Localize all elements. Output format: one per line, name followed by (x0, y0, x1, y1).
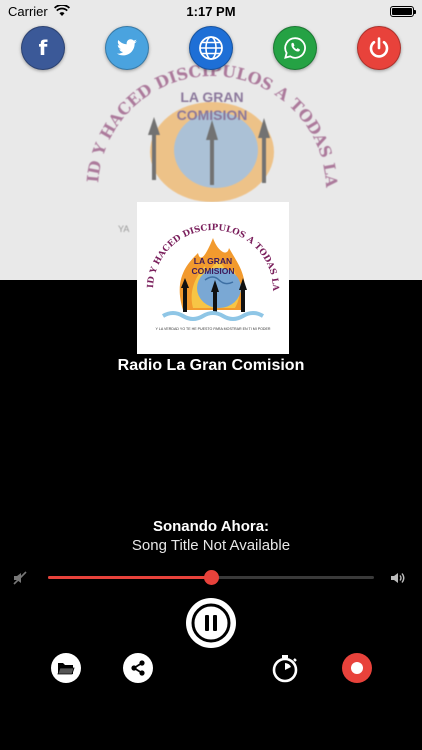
social-button-row: f (0, 26, 422, 72)
twitter-button[interactable] (105, 26, 149, 70)
whatsapp-button[interactable] (273, 26, 317, 70)
folder-button[interactable] (51, 653, 81, 683)
facebook-button[interactable]: f (21, 26, 65, 70)
svg-text:LA GRAN: LA GRAN (180, 89, 243, 105)
svg-text:Y LA VERDAD YO TE HE PUESTO PA: Y LA VERDAD YO TE HE PUESTO PARA MOSTRAR… (155, 327, 270, 331)
volume-slider-thumb[interactable] (204, 570, 219, 585)
volume-slider[interactable] (48, 570, 374, 585)
svg-text:YA: YA (118, 224, 129, 234)
share-icon (131, 660, 145, 676)
whatsapp-icon (284, 37, 306, 59)
svg-text:LA GRAN: LA GRAN (194, 256, 232, 266)
station-logo-image: ID Y HACED DISCIPULOS A TODAS LAS NACION… (143, 208, 283, 348)
station-artwork: ID Y HACED DISCIPULOS A TODAS LAS NACION… (137, 202, 289, 354)
share-button[interactable] (123, 653, 153, 683)
wifi-icon (53, 5, 70, 16)
volume-up-icon[interactable] (390, 570, 406, 586)
battery-icon (390, 5, 416, 17)
svg-text:COMISION: COMISION (192, 266, 235, 276)
twitter-icon (117, 39, 137, 56)
record-button[interactable] (342, 653, 372, 683)
song-title: Song Title Not Available (131, 537, 291, 554)
record-icon (351, 662, 363, 674)
facebook-icon: f (38, 36, 48, 60)
power-icon (369, 37, 389, 58)
globe-icon (199, 36, 223, 60)
carrier-label: Carrier (8, 3, 48, 19)
power-button[interactable] (357, 26, 401, 70)
pause-icon (191, 603, 231, 643)
status-bar: Carrier 1:17 PM (0, 0, 422, 22)
timer-icon (272, 655, 298, 683)
sleep-timer-button[interactable] (270, 653, 300, 683)
volume-control (0, 566, 422, 588)
station-name: Radio La Gran Comision (117, 357, 305, 374)
volume-slider-fill (48, 576, 211, 579)
now-playing-label: Sonando Ahora: (152, 518, 270, 535)
mute-icon[interactable] (12, 570, 28, 586)
folder-icon (57, 663, 75, 675)
pause-button[interactable] (186, 598, 236, 648)
website-button[interactable] (189, 26, 233, 70)
